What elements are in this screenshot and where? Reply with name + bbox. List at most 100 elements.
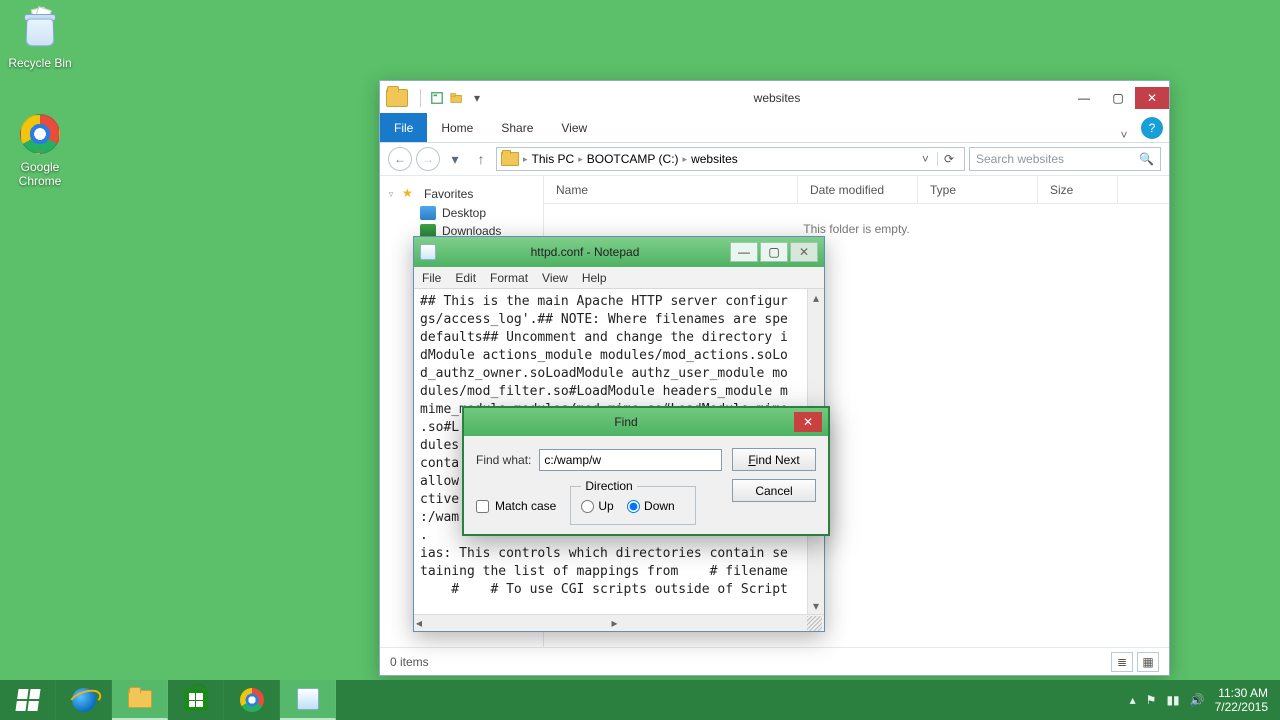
status-bar: 0 items ≣ ▦ [380,647,1169,675]
notepad-title: httpd.conf - Notepad [442,245,728,259]
scroll-left-icon[interactable]: ◂ [416,616,422,630]
direction-up-radio[interactable]: Up [581,499,613,513]
start-button[interactable] [0,680,56,720]
nav-desktop[interactable]: Desktop [380,204,543,222]
close-button[interactable]: ✕ [1135,87,1169,109]
search-icon: 🔍 [1139,152,1154,166]
breadcrumb-item[interactable]: websites [691,152,738,166]
explorer-titlebar[interactable]: ▾ websites — ▢ ✕ [380,81,1169,114]
taskbar-clock[interactable]: 11:30 AM 7/22/2015 [1215,686,1268,714]
horizontal-scrollbar[interactable]: ◂ ▸ [414,614,824,631]
taskbar-store[interactable] [168,680,224,720]
maximize-button[interactable]: ▢ [760,242,788,262]
folder-icon [386,89,408,107]
chrome-icon [240,688,264,712]
tray-network-icon[interactable]: ▮▮ [1166,693,1179,707]
search-placeholder: Search websites [976,152,1064,166]
clock-time: 11:30 AM [1215,686,1268,700]
tray-overflow-icon[interactable]: ▴ [1130,693,1136,707]
notepad-icon [420,244,436,260]
store-icon [184,689,208,711]
qat-properties-icon[interactable] [427,88,447,108]
direction-group: Direction Up Down [570,479,695,525]
close-button[interactable]: ✕ [794,412,822,432]
qat-dropdown-icon[interactable]: ▾ [467,88,487,108]
refresh-icon[interactable]: ⟳ [937,152,960,166]
address-dropdown-icon[interactable]: ˅ [918,152,933,166]
clock-date: 7/22/2015 [1215,700,1268,714]
col-name[interactable]: Name [544,176,798,203]
folder-icon [501,152,519,166]
menu-help[interactable]: Help [582,271,607,285]
minimize-button[interactable]: — [1067,87,1101,109]
taskbar: ▴ ⚑ ▮▮ 🔊 11:30 AM 7/22/2015 [0,680,1280,720]
menu-file[interactable]: File [422,271,441,285]
tab-home[interactable]: Home [427,113,487,142]
nav-recent-dropdown[interactable]: ▾ [444,148,466,170]
search-input[interactable]: Search websites 🔍 [969,147,1161,171]
minimize-button[interactable]: — [730,242,758,262]
address-bar-row: ← → ▾ ↑ ▸ This PC ▸ BOOTCAMP (C:) ▸ webs… [380,143,1169,176]
help-icon[interactable]: ? [1141,117,1163,139]
view-icons-icon[interactable]: ▦ [1137,652,1159,672]
direction-legend: Direction [581,479,636,493]
tab-file[interactable]: File [380,113,427,142]
taskbar-ie[interactable] [56,680,112,720]
list-header[interactable]: Name Date modified Type Size [544,176,1169,204]
windows-logo-icon [15,689,40,711]
tray-flag-icon[interactable]: ⚑ [1146,693,1157,707]
folder-icon [128,690,152,708]
recycle-bin-icon [16,6,64,54]
find-what-input[interactable] [539,449,722,471]
resize-grip-icon[interactable] [807,616,822,631]
find-dialog: Find ✕ Find what: Find Next Match case D… [462,406,830,536]
breadcrumb-item[interactable]: This PC [532,152,575,166]
find-title: Find [464,415,788,429]
find-what-label: Find what: [476,453,531,467]
maximize-button[interactable]: ▢ [1101,87,1135,109]
menu-format[interactable]: Format [490,271,528,285]
menu-view[interactable]: View [542,271,568,285]
col-size[interactable]: Size [1038,176,1118,203]
empty-folder-message: This folder is empty. [803,222,909,236]
find-titlebar[interactable]: Find ✕ [464,408,828,436]
scroll-up-icon[interactable]: ▴ [808,289,824,306]
item-count: 0 items [390,655,429,669]
tray-volume-icon[interactable]: 🔊 [1190,693,1205,707]
system-tray[interactable]: ▴ ⚑ ▮▮ 🔊 11:30 AM 7/22/2015 [1118,680,1280,720]
col-date[interactable]: Date modified [798,176,918,203]
nav-favorites[interactable]: ▿ ★ Favorites [380,184,543,204]
desktop-icon-recycle-bin[interactable]: Recycle Bin [4,6,76,70]
scroll-down-icon[interactable]: ▾ [808,597,824,614]
explorer-title: websites [487,91,1067,105]
col-type[interactable]: Type [918,176,1038,203]
taskbar-explorer[interactable] [112,680,168,720]
notepad-titlebar[interactable]: httpd.conf - Notepad — ▢ ✕ [414,237,824,267]
expand-icon[interactable]: ▿ [386,189,396,200]
taskbar-notepad[interactable] [280,680,336,720]
star-icon: ★ [402,186,418,202]
nav-up-button[interactable]: ↑ [470,148,492,170]
chrome-icon [16,110,64,158]
tab-view[interactable]: View [547,113,601,142]
nav-forward-button[interactable]: → [416,147,440,171]
nav-back-button[interactable]: ← [388,147,412,171]
breadcrumb-sep: ▸ [523,154,528,165]
desktop-icon [420,206,436,220]
ribbon-expand-icon[interactable]: ˅ [1113,128,1135,142]
find-next-button[interactable]: Find Next [732,448,816,471]
match-case-checkbox[interactable]: Match case [476,499,556,513]
qat-newfolder-icon[interactable] [447,88,467,108]
cancel-button[interactable]: Cancel [732,479,816,502]
taskbar-chrome[interactable] [224,680,280,720]
address-bar[interactable]: ▸ This PC ▸ BOOTCAMP (C:) ▸ websites ˅ ⟳ [496,147,965,171]
direction-down-radio[interactable]: Down [627,499,675,513]
view-details-icon[interactable]: ≣ [1111,652,1133,672]
breadcrumb-item[interactable]: BOOTCAMP (C:) [587,152,679,166]
desktop-icon-chrome[interactable]: Google Chrome [4,110,76,188]
close-button[interactable]: ✕ [790,242,818,262]
notepad-menubar: File Edit Format View Help [414,267,824,289]
tab-share[interactable]: Share [487,113,547,142]
menu-edit[interactable]: Edit [455,271,476,285]
scroll-right-icon[interactable]: ▸ [612,616,618,630]
